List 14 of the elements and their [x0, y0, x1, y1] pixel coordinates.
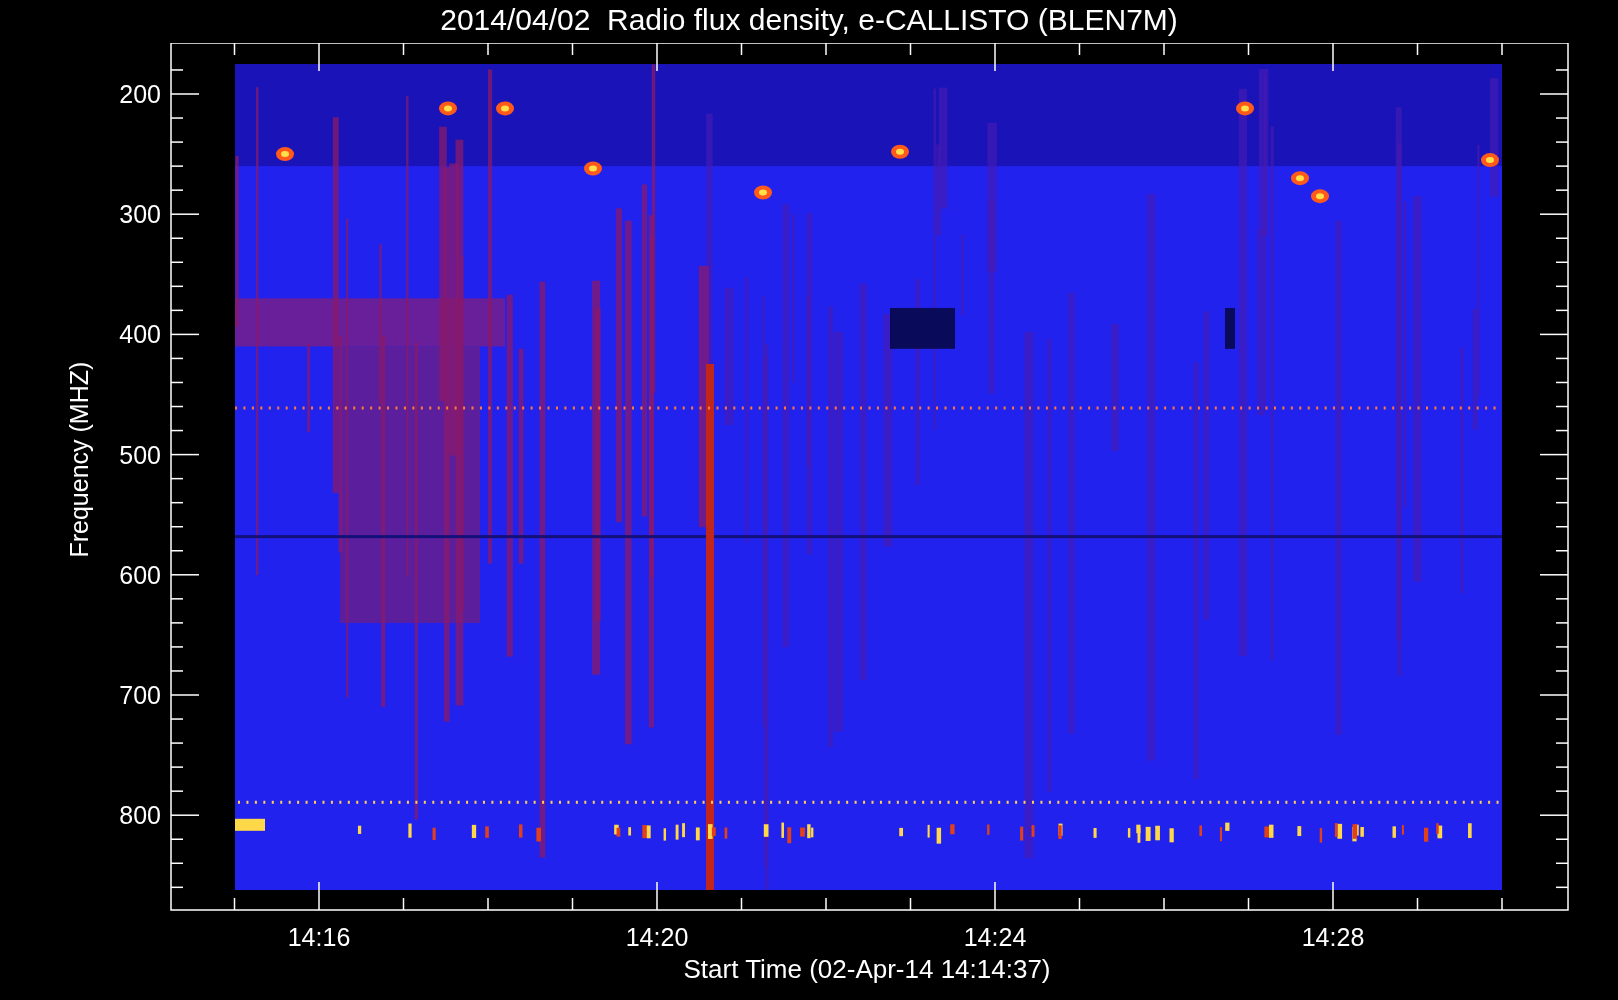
- x-tick-label: 14:20: [625, 923, 689, 951]
- x-tick-label: 14:16: [287, 923, 351, 951]
- y-tick-label: 600: [119, 560, 161, 589]
- y-tick-label: 700: [119, 681, 161, 709]
- y-axis-label: Frequency (MHZ): [65, 361, 93, 558]
- y-tick-label: 200: [119, 80, 161, 108]
- y-tick-label: 800: [119, 801, 161, 830]
- y-tick-label: 500: [119, 440, 161, 469]
- x-axis-label: Start Time (02-Apr-14 14:14:37): [683, 954, 1051, 984]
- plot-title: 2014/04/02 Radio flux density, e-CALLISTO (BLEN7M): [440, 2, 1178, 38]
- y-tick-label: 300: [119, 200, 161, 229]
- x-tick-label: 14:28: [1301, 923, 1365, 951]
- x-tick-label: 14:24: [963, 923, 1027, 951]
- y-tick-label: 400: [119, 320, 161, 349]
